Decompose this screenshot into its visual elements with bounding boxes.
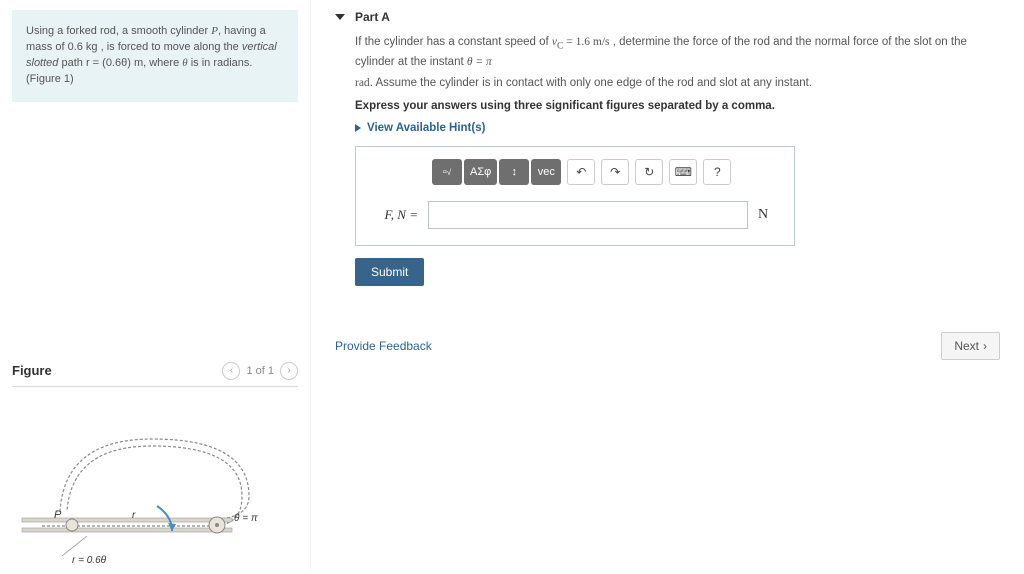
figure-nav: ‹ 1 of 1 › <box>222 362 298 380</box>
part-a-header[interactable]: Part A <box>335 10 1006 24</box>
figure-counter: 1 of 1 <box>246 365 274 377</box>
diagram-p-label: P <box>54 509 62 521</box>
figure-panel: Figure ‹ 1 of 1 › P r θ = π r = <box>12 362 298 571</box>
figure-title: Figure <box>12 363 52 378</box>
redo-button[interactable]: ↷ <box>601 159 629 185</box>
chevron-right-icon: › <box>983 339 987 353</box>
figure-diagram: P r θ = π r = 0.6θ <box>12 411 272 571</box>
path-eq: r = (0.6θ) m <box>86 57 143 69</box>
vector-button[interactable]: vec <box>531 159 561 185</box>
figure-next-button[interactable]: › <box>280 362 298 380</box>
collapse-icon <box>335 14 345 20</box>
problem-intro: Using a forked rod, a smooth cylinder P,… <box>12 10 298 102</box>
mass-value: 0.6 kg <box>68 41 98 53</box>
question-line-1: If the cylinder has a constant speed of … <box>355 34 1006 71</box>
greek-button[interactable]: ΑΣφ <box>464 159 497 185</box>
provide-feedback-link[interactable]: Provide Feedback <box>335 339 432 353</box>
figure-prev-button[interactable]: ‹ <box>222 362 240 380</box>
diagram-req-label: r = 0.6θ <box>72 555 107 566</box>
diagram-theta-label: θ = π <box>234 513 258 524</box>
undo-button[interactable]: ↶ <box>567 159 595 185</box>
answer-area: ▫√ ΑΣφ ↕ vec ↶ ↷ ↻ ⌨ ? F, N = N <box>355 146 795 246</box>
intro-text: Using a forked rod, a smooth cylinder <box>26 25 211 37</box>
equation-toolbar: ▫√ ΑΣφ ↕ vec ↶ ↷ ↻ ⌨ ? <box>432 159 782 185</box>
instruction-line: Express your answers using three signifi… <box>355 100 1006 112</box>
part-label: Part A <box>355 10 390 24</box>
var-p: P <box>211 25 218 37</box>
next-button[interactable]: Next › <box>941 332 1000 360</box>
expand-icon <box>355 124 361 132</box>
view-hints-toggle[interactable]: View Available Hint(s) <box>355 122 1006 134</box>
scripts-button[interactable]: ↕ <box>499 159 529 185</box>
question-line-2: rad. Assume the cylinder is in contact w… <box>355 75 1006 92</box>
templates-button[interactable]: ▫√ <box>432 159 462 185</box>
help-button[interactable]: ? <box>703 159 731 185</box>
keyboard-button[interactable]: ⌨ <box>669 159 697 185</box>
submit-button[interactable]: Submit <box>355 258 424 286</box>
answer-input[interactable] <box>428 201 748 229</box>
answer-variable-label: F, N = <box>368 207 418 223</box>
reset-button[interactable]: ↻ <box>635 159 663 185</box>
answer-unit: N <box>758 207 782 223</box>
